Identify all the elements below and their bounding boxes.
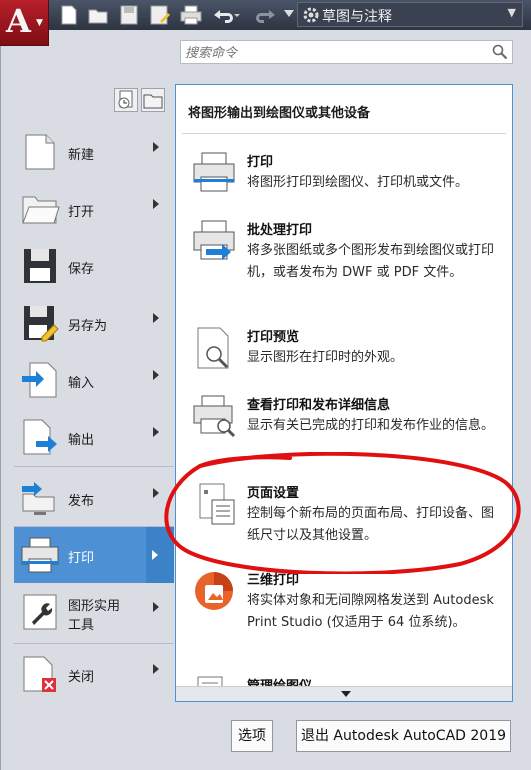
command-import[interactable]: 输入 bbox=[14, 352, 174, 408]
command-label: 打开 bbox=[68, 205, 95, 220]
divider bbox=[14, 466, 174, 467]
command-save-as[interactable]: 另存为 bbox=[14, 295, 174, 351]
command-label: 输入 bbox=[68, 376, 95, 391]
gear-icon bbox=[302, 6, 320, 28]
workspace-name: 草图与注释 bbox=[322, 9, 392, 25]
submenu-arrow-icon[interactable] bbox=[153, 602, 159, 612]
submenu-arrow-icon[interactable] bbox=[153, 370, 159, 380]
item-title: 打印预览 bbox=[247, 330, 300, 345]
command-label: 保存 bbox=[68, 262, 95, 277]
submenu-arrow-icon bbox=[152, 550, 158, 560]
printer-icon bbox=[192, 151, 236, 195]
exit-button[interactable]: 退出 Autodesk AutoCAD 2019 bbox=[296, 720, 511, 752]
item-title: 查看打印和发布详细信息 bbox=[247, 398, 391, 413]
item-title: 批处理打印 bbox=[247, 223, 313, 238]
divider bbox=[14, 643, 174, 644]
command-label-line1: 图形实用 bbox=[68, 599, 121, 614]
undo-icon[interactable] bbox=[210, 5, 240, 25]
search-commands-box[interactable] bbox=[180, 40, 513, 65]
close-document-icon bbox=[20, 654, 60, 694]
save-as-icon bbox=[20, 303, 60, 343]
command-new[interactable]: 新建 bbox=[14, 124, 174, 180]
command-label: 打印 bbox=[68, 551, 95, 566]
command-open[interactable]: 打开 bbox=[14, 181, 174, 237]
item-description: 将图形打印到绘图仪、打印机或文件。 bbox=[247, 175, 469, 190]
export-icon bbox=[20, 417, 60, 457]
item-title: 三维打印 bbox=[247, 573, 300, 588]
item-description: 控制每个新布局的页面布局、打印设备、图纸尺寸以及其他设置。 bbox=[247, 506, 495, 543]
publish-icon bbox=[20, 478, 60, 518]
command-export[interactable]: 输出 bbox=[14, 409, 174, 465]
submenu-arrow-zone[interactable] bbox=[146, 527, 174, 583]
submenu-item-page-setup[interactable]: 页面设置 控制每个新布局的页面布局、打印设备、图纸尺寸以及其他设置。 bbox=[176, 482, 512, 543]
workspace-switcher[interactable]: 草图与注释 ▼ bbox=[297, 2, 523, 27]
command-label: 另存为 bbox=[68, 319, 108, 334]
save-icon[interactable] bbox=[120, 5, 138, 25]
quick-access-toolbar: 草图与注释 ▼ bbox=[0, 0, 531, 30]
3d-print-icon bbox=[192, 569, 236, 613]
batch-plot-icon bbox=[192, 219, 236, 263]
command-close[interactable]: 关闭 bbox=[14, 646, 174, 702]
save-as-icon[interactable] bbox=[150, 5, 170, 25]
new-document-icon bbox=[20, 132, 60, 172]
folder-icon bbox=[143, 94, 163, 109]
save-disk-icon bbox=[20, 246, 60, 286]
recent-documents-button[interactable] bbox=[114, 88, 138, 112]
app-logo: A bbox=[6, 2, 31, 40]
command-drawing-utilities[interactable]: 图形实用 工具 bbox=[14, 584, 174, 640]
chevron-down-icon: ▼ bbox=[507, 6, 516, 19]
command-publish[interactable]: 发布 bbox=[14, 470, 174, 526]
command-label: 输出 bbox=[68, 433, 95, 448]
search-icon[interactable] bbox=[492, 44, 508, 64]
open-folder-icon bbox=[20, 189, 60, 229]
open-folder-icon[interactable] bbox=[88, 5, 108, 25]
submenu-title: 将图形输出到绘图仪或其他设备 bbox=[188, 106, 371, 121]
redo-icon[interactable] bbox=[253, 5, 283, 25]
customize-caret-icon[interactable] bbox=[284, 10, 294, 30]
item-description: 显示有关已完成的打印和发布作业的信息。 bbox=[247, 418, 495, 433]
scroll-down-icon bbox=[341, 691, 351, 697]
item-description: 将实体对象和无间隙网格发送到 Autodesk Print Studio (仅适… bbox=[247, 593, 494, 630]
command-label: 新建 bbox=[68, 148, 95, 163]
submenu-item-3d-print[interactable]: 三维打印 将实体对象和无间隙网格发送到 Autodesk Print Studi… bbox=[176, 569, 512, 649]
application-menu-button[interactable]: A ▼ bbox=[0, 0, 49, 46]
item-description: 将多张图纸或多个图形发布到绘图仪或打印机，或者发布为 DWF 或 PDF 文件。 bbox=[247, 243, 495, 280]
search-input[interactable] bbox=[181, 41, 487, 65]
item-description: 显示图形在打印时的外观。 bbox=[247, 350, 404, 365]
print-icon[interactable] bbox=[180, 5, 202, 25]
command-save[interactable]: 保存 bbox=[14, 238, 174, 294]
submenu-arrow-icon[interactable] bbox=[153, 427, 159, 437]
command-label: 发布 bbox=[68, 494, 95, 509]
submenu-item-plot-details[interactable]: 查看打印和发布详细信息 显示有关已完成的打印和发布作业的信息。 bbox=[176, 394, 512, 454]
wrench-icon bbox=[20, 592, 60, 632]
open-documents-button[interactable] bbox=[141, 88, 165, 112]
submenu-arrow-icon[interactable] bbox=[153, 488, 159, 498]
command-label-line2: 工具 bbox=[68, 618, 95, 633]
divider bbox=[182, 133, 506, 134]
command-label: 关闭 bbox=[68, 670, 95, 685]
submenu-item-batch-plot[interactable]: 批处理打印 将多张图纸或多个图形发布到绘图仪或打印机，或者发布为 DWF 或 P… bbox=[176, 219, 512, 299]
page-setup-icon bbox=[192, 482, 236, 526]
submenu-arrow-icon[interactable] bbox=[153, 313, 159, 323]
submenu-arrow-icon[interactable] bbox=[153, 664, 159, 674]
printer-icon bbox=[20, 535, 60, 575]
chevron-down-icon: ▼ bbox=[36, 18, 43, 28]
submenu-item-plot-preview[interactable]: 打印预览 显示图形在打印时的外观。 bbox=[176, 326, 512, 376]
item-title: 页面设置 bbox=[247, 486, 300, 501]
plot-preview-icon bbox=[192, 326, 236, 370]
recent-documents-icon bbox=[118, 90, 133, 109]
submenu-arrow-icon[interactable] bbox=[153, 142, 159, 152]
print-submenu: 将图形输出到绘图仪或其他设备 打印 将图形打印到绘图仪、打印机或文件。 批处理打… bbox=[175, 84, 513, 702]
submenu-scroll-down[interactable] bbox=[176, 686, 512, 701]
import-icon bbox=[20, 360, 60, 400]
options-button[interactable]: 选项 bbox=[231, 720, 273, 752]
submenu-item-plot[interactable]: 打印 将图形打印到绘图仪、打印机或文件。 bbox=[176, 151, 512, 211]
new-file-icon[interactable] bbox=[60, 5, 78, 25]
item-title: 打印 bbox=[247, 155, 274, 170]
plot-details-icon bbox=[192, 394, 236, 438]
submenu-arrow-icon[interactable] bbox=[153, 199, 159, 209]
